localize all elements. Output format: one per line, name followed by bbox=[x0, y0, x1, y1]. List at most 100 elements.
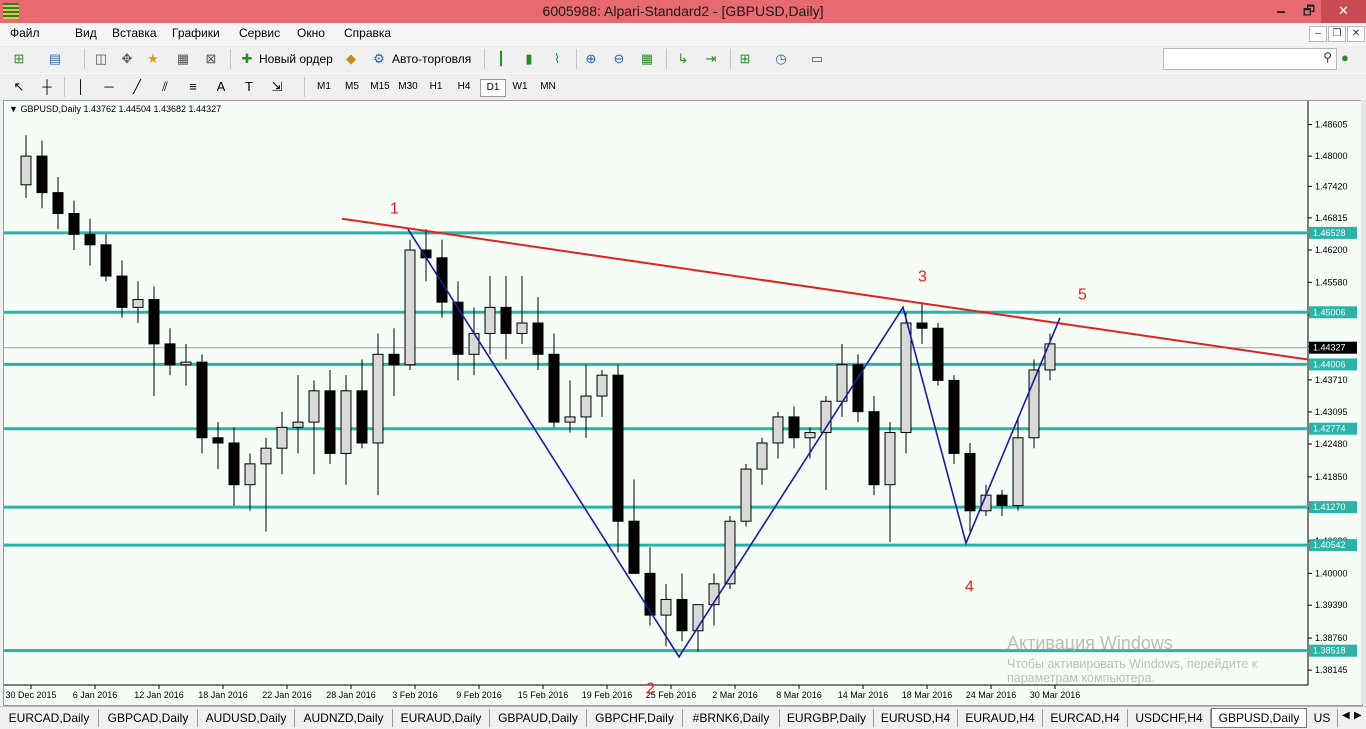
chart-close-button[interactable]: ✕ bbox=[1347, 26, 1365, 42]
price-tick-label: 1.40000 bbox=[1315, 568, 1348, 578]
chart-menu-icon[interactable]: ▼ bbox=[9, 104, 18, 114]
auto-trading-button[interactable]: Авто-торговля bbox=[392, 52, 471, 66]
channel-icon[interactable]: ⫽ bbox=[156, 78, 174, 96]
folder-icon[interactable]: ★ bbox=[144, 50, 162, 68]
tabs-scroll-right-icon[interactable]: ▶ bbox=[1354, 710, 1362, 721]
cursor-icon[interactable]: ↖ bbox=[10, 78, 28, 96]
tab-brnk6-daily[interactable]: #BRNK6,Daily bbox=[683, 709, 780, 727]
tab-gbpchf-daily[interactable]: GBPCHF,Daily bbox=[587, 709, 683, 727]
date-tick-label: 15 Feb 2016 bbox=[518, 690, 569, 700]
timeframe-mn[interactable]: MN bbox=[536, 79, 560, 95]
text-label-icon[interactable]: T bbox=[240, 78, 258, 96]
candle-body bbox=[68, 212, 80, 235]
timeframe-m15[interactable]: M15 bbox=[368, 79, 392, 95]
price-chart-svg[interactable]: 1.48605 1.48000 1.47420 1.46815 1.46200 1.455… bbox=[4, 101, 1362, 705]
candle-body bbox=[244, 463, 256, 486]
wave-label-1: 1 bbox=[390, 200, 399, 217]
menu-charts[interactable]: Графики bbox=[172, 26, 220, 40]
new-order-icon[interactable]: ✚ bbox=[238, 50, 256, 68]
zoom-in-icon[interactable]: ⊕ bbox=[582, 50, 600, 68]
trendline-icon[interactable]: ╱ bbox=[128, 78, 146, 96]
tab-audusd-daily[interactable]: AUDUSD,Daily bbox=[198, 709, 295, 727]
text-icon[interactable]: A bbox=[212, 78, 230, 96]
autoscroll-icon[interactable]: ↳ bbox=[674, 50, 692, 68]
tab-gbpaud-daily[interactable]: GBPAUD,Daily bbox=[490, 709, 587, 727]
wave-label-4: 4 bbox=[965, 579, 974, 596]
candle-body bbox=[964, 452, 976, 512]
menu-help[interactable]: Справка bbox=[344, 26, 391, 40]
crosshair-navigator-icon[interactable]: ✥ bbox=[118, 50, 136, 68]
tab-gbpcad-daily[interactable]: GBPCAD,Daily bbox=[99, 709, 198, 727]
line-chart-icon[interactable]: ⌇ bbox=[548, 50, 566, 68]
fibonacci-icon[interactable]: ≡ bbox=[184, 78, 202, 96]
chart-restore-button[interactable]: ❐ bbox=[1328, 26, 1346, 42]
tab-eurgbp-daily[interactable]: EURGBP,Daily bbox=[780, 709, 874, 727]
timeframe-d1[interactable]: D1 bbox=[480, 79, 506, 97]
indicators-icon[interactable]: ⊞ bbox=[736, 50, 754, 68]
menu-view[interactable]: Вид bbox=[75, 26, 97, 40]
tab-euraud-h4[interactable]: EURAUD,H4 bbox=[958, 709, 1043, 727]
timeframe-h4[interactable]: H4 bbox=[452, 79, 476, 95]
timeframe-h1[interactable]: H1 bbox=[424, 79, 448, 95]
timeframe-m1[interactable]: M1 bbox=[312, 79, 336, 95]
search-input[interactable]: ⚲ bbox=[1163, 48, 1337, 70]
timeframe-m30[interactable]: M30 bbox=[396, 79, 420, 95]
templates-icon[interactable]: ▭ bbox=[808, 50, 826, 68]
metaeditor-icon[interactable]: ◆ bbox=[342, 50, 360, 68]
tab-audnzd-daily[interactable]: AUDNZD,Daily bbox=[295, 709, 393, 727]
timeframe-m5[interactable]: M5 bbox=[340, 79, 364, 95]
strategy-tester-icon[interactable]: ⊠ bbox=[202, 50, 220, 68]
level-price-label: 1.38518 bbox=[1313, 646, 1346, 656]
new-chart-icon[interactable]: ⊞ bbox=[10, 50, 28, 68]
chart-shift-icon[interactable]: ⇥ bbox=[702, 50, 720, 68]
candle-body bbox=[292, 421, 304, 428]
restore-button[interactable]: 🗗 bbox=[1295, 0, 1323, 23]
close-button[interactable]: ✕ bbox=[1321, 0, 1366, 23]
tab-usdchf-h4[interactable]: USDCHF,H4 bbox=[1128, 709, 1211, 727]
tab-gbpusd-daily[interactable]: GBPUSD,Daily bbox=[1211, 708, 1307, 728]
date-tick-label: 9 Feb 2016 bbox=[456, 690, 502, 700]
candle-body bbox=[932, 327, 944, 381]
crosshair-icon[interactable]: ┼ bbox=[38, 78, 56, 96]
tab-eurcad-daily[interactable]: EURCAD,Daily bbox=[0, 709, 99, 727]
candle-body bbox=[180, 361, 192, 366]
candle-body bbox=[324, 390, 336, 454]
terminal-icon[interactable]: ▦ bbox=[174, 50, 192, 68]
tile-windows-icon[interactable]: ▦ bbox=[638, 50, 656, 68]
periods-icon[interactable]: ◷ bbox=[772, 50, 790, 68]
market-watch-icon[interactable]: ◫ bbox=[92, 50, 110, 68]
profiles-icon[interactable]: ▤ bbox=[46, 50, 64, 68]
tab-eurcad-h4[interactable]: EURCAD,H4 bbox=[1043, 709, 1128, 727]
candle-body bbox=[212, 437, 224, 444]
menu-insert[interactable]: Вставка bbox=[112, 26, 157, 40]
tab-eurusd-h4[interactable]: EURUSD,H4 bbox=[874, 709, 958, 727]
arrows-icon[interactable]: ⇲ bbox=[268, 78, 286, 96]
menu-tools[interactable]: Сервис bbox=[239, 26, 280, 40]
timeframe-w1[interactable]: W1 bbox=[508, 79, 532, 95]
candle-body bbox=[868, 411, 880, 486]
window-title: 6005988: Alpari-Standard2 - [GBPUSD,Dail… bbox=[542, 3, 824, 19]
menu-window[interactable]: Окно bbox=[297, 26, 325, 40]
price-tick-label: 1.48000 bbox=[1315, 151, 1348, 161]
candle-body bbox=[884, 432, 896, 486]
price-tick-label: 1.38145 bbox=[1315, 665, 1348, 675]
vertical-scrollbar[interactable] bbox=[1361, 100, 1366, 704]
community-icon[interactable]: ● bbox=[1341, 50, 1349, 65]
new-order-button[interactable]: Новый ордер bbox=[259, 52, 333, 66]
tabs-scroll-left-icon[interactable]: ◀ bbox=[1342, 710, 1350, 721]
minimize-button[interactable]: 🗕 bbox=[1267, 0, 1295, 23]
bar-chart-icon[interactable]: ┃ bbox=[492, 50, 510, 68]
search-icon[interactable]: ⚲ bbox=[1323, 50, 1332, 64]
price-chart[interactable]: 1.48605 1.48000 1.47420 1.46815 1.46200 1.455… bbox=[3, 100, 1363, 706]
candlestick-icon[interactable]: ▮ bbox=[520, 50, 538, 68]
zoom-out-icon[interactable]: ⊖ bbox=[610, 50, 628, 68]
candle-body bbox=[196, 361, 208, 439]
auto-trading-icon[interactable]: ⚙ bbox=[370, 50, 388, 68]
horizontal-line-icon[interactable]: ─ bbox=[100, 78, 118, 96]
candle-body bbox=[500, 306, 512, 334]
menu-file[interactable]: Файл bbox=[10, 26, 40, 40]
vertical-line-icon[interactable]: │ bbox=[72, 78, 90, 96]
chart-minimize-button[interactable]: – bbox=[1309, 26, 1327, 42]
tab-us[interactable]: US bbox=[1307, 709, 1338, 727]
tab-euraud-daily[interactable]: EURAUD,Daily bbox=[393, 709, 490, 727]
